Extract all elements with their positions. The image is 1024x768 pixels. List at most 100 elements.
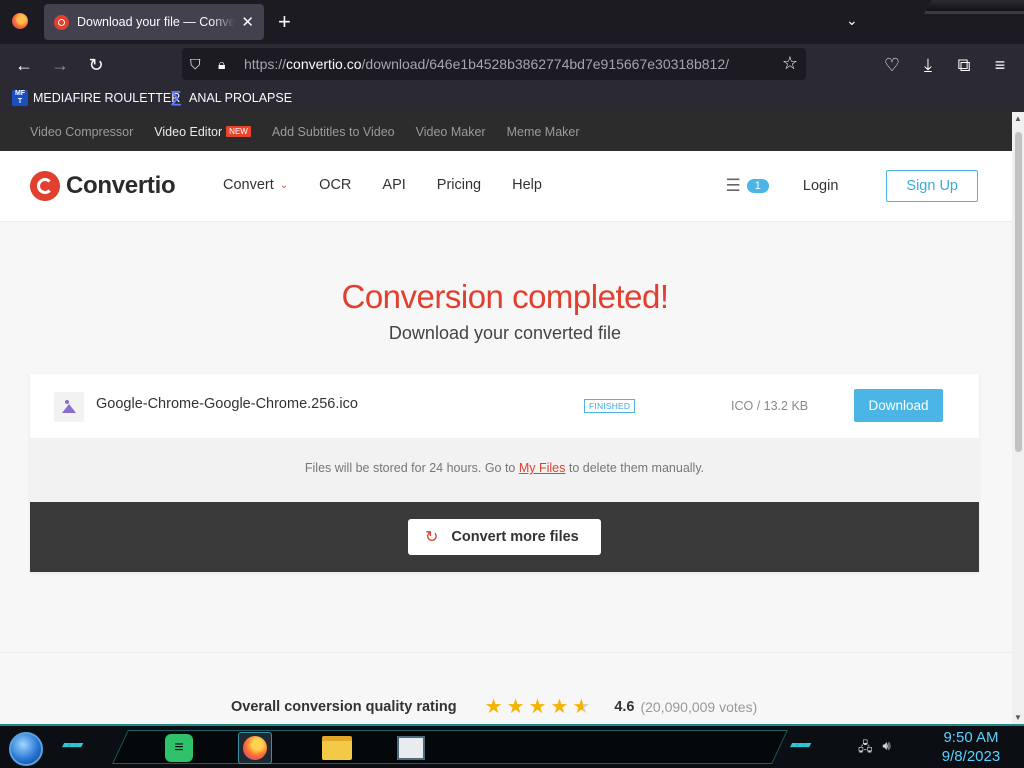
taskbar-band <box>112 730 788 764</box>
nav-api[interactable]: API <box>382 177 405 193</box>
window-frame-decoration <box>924 0 1024 14</box>
scrollbar-thumb[interactable] <box>1015 132 1022 452</box>
tab-active[interactable]: Download your file — Convertio ✕ <box>44 4 264 40</box>
site-logo[interactable]: Convertio <box>30 171 176 201</box>
address-bar[interactable]: ⛉ 🔒︎ https://convertio.co/download/646e1… <box>182 48 806 80</box>
taskbar-app-notes[interactable]: ≡ <box>162 732 196 764</box>
volume-icon[interactable]: 🔊︎ <box>883 738 891 760</box>
file-name: Google-Chrome-Google-Chrome.256.ico <box>96 396 358 412</box>
bookmark-label: MEDIAFIRE ROULETTER <box>33 91 181 105</box>
taskbar: ▰▰▰ ≡ ▰▰▰ 🖧︎ 🔊︎ 9:50 AM 9/8/2023 <box>0 724 1024 768</box>
nav-pricing[interactable]: Pricing <box>437 177 481 193</box>
taskbar-app-firefox[interactable] <box>238 732 272 764</box>
extensions-icon[interactable]: ⧉ <box>952 53 976 77</box>
quality-rating: Overall conversion quality rating ★★★★★ … <box>231 694 757 719</box>
tab-title: Download your file — Convertio <box>77 15 236 29</box>
nav-label: Convert <box>223 177 274 193</box>
layers-icon[interactable]: ☰ <box>726 176 741 196</box>
downloads-icon[interactable]: ⤓ <box>916 53 940 77</box>
chevron-down-icon: ⌄ <box>279 179 289 191</box>
tools-item-video-compressor[interactable]: Video Compressor <box>30 125 133 139</box>
tools-item-video-editor[interactable]: Video Editor NEW <box>154 125 251 139</box>
nav-convert[interactable]: Convert ⌄ <box>223 177 288 193</box>
notes-icon: ≡ <box>165 734 193 762</box>
signup-button[interactable]: Sign Up <box>886 170 978 202</box>
notice-text: to delete them manually. <box>565 461 705 475</box>
convertio-logo-icon <box>30 171 60 201</box>
scroll-down-icon[interactable]: ▼ <box>1014 713 1022 722</box>
download-button[interactable]: Download <box>854 389 943 422</box>
star-icon: ★ <box>506 696 529 718</box>
window-icon <box>397 736 425 760</box>
half-star-icon: ★ <box>572 696 595 718</box>
star-icon: ★ <box>528 696 551 718</box>
file-count-badge[interactable]: 1 <box>746 179 769 193</box>
refresh-icon: ↻ <box>425 529 439 546</box>
decorative-chevrons-icon: ▰▰▰ <box>62 739 83 751</box>
close-icon[interactable]: ✕ <box>241 13 254 31</box>
decorative-chevrons-icon: ▰▰▰ <box>790 739 811 751</box>
storage-notice: Files will be stored for 24 hours. Go to… <box>30 438 979 502</box>
status-badge: FINISHED <box>584 399 636 413</box>
clock-date: 9/8/2023 <box>941 748 1001 765</box>
tools-item-meme-maker[interactable]: Meme Maker <box>507 125 580 139</box>
star-icon: ★ <box>550 696 573 718</box>
lock-icon[interactable]: 🔒︎ <box>218 56 225 73</box>
bookmark-star-icon[interactable]: ☆ <box>782 53 798 74</box>
my-files-link[interactable]: My Files <box>519 461 566 475</box>
shield-icon[interactable]: ⛉ <box>190 56 201 73</box>
section-divider <box>0 652 1012 653</box>
logo-text: Convertio <box>66 172 176 199</box>
taskbar-app-window[interactable] <box>394 732 428 764</box>
folder-icon <box>322 736 352 760</box>
tools-item-video-maker[interactable]: Video Maker <box>416 125 486 139</box>
page-scrollbar[interactable]: ▲ ▼ <box>1012 112 1024 724</box>
main-nav: Convert ⌄ OCR API Pricing Help <box>223 177 573 193</box>
firefox-icon[interactable] <box>12 13 28 29</box>
rating-score: 4.6 <box>614 698 635 715</box>
taskbar-clock[interactable]: 9:50 AM 9/8/2023 <box>936 728 1006 766</box>
sigma-icon: ∑ <box>170 89 182 106</box>
browser-tab-bar: Download your file — Convertio ✕ + ⌄ <box>0 0 1024 44</box>
tools-item-add-subtitles[interactable]: Add Subtitles to Video <box>272 125 395 139</box>
firefox-icon <box>243 736 267 760</box>
header-actions: ☰ 1 Login Sign Up <box>726 170 978 202</box>
pocket-icon[interactable]: ♡ <box>880 53 904 77</box>
nav-ocr[interactable]: OCR <box>319 177 351 193</box>
url-text[interactable]: https://convertio.co/download/646e1b4528… <box>244 56 729 72</box>
new-badge: NEW <box>226 125 251 137</box>
bookmark-mediafire[interactable]: MF T MEDIAFIRE ROULETTER <box>12 90 180 106</box>
page-title: Conversion completed! <box>341 278 669 315</box>
back-icon[interactable]: ← <box>12 53 36 77</box>
system-tray: 🖧︎ 🔊︎ <box>858 738 901 760</box>
clock-time: 9:50 AM <box>943 729 999 746</box>
page-viewport: Video Compressor Video Editor NEW Add Sub… <box>0 112 1024 724</box>
image-file-icon <box>54 392 84 422</box>
menu-icon[interactable]: ≡ <box>988 53 1012 77</box>
chevron-down-icon[interactable]: ⌄ <box>846 12 858 29</box>
login-link[interactable]: Login <box>803 178 838 194</box>
download-card: Google-Chrome-Google-Chrome.256.ico FINI… <box>30 374 979 572</box>
new-tab-button[interactable]: + <box>278 8 291 36</box>
start-button[interactable] <box>9 732 43 766</box>
star-icon: ★ <box>484 696 507 718</box>
forward-icon[interactable]: → <box>48 53 72 77</box>
rating-stars: ★★★★★ <box>485 694 595 719</box>
taskbar-app-file-explorer[interactable] <box>320 732 354 764</box>
convertio-favicon-icon <box>54 14 69 30</box>
page-subtitle: Download your converted file <box>388 323 622 343</box>
tools-strip: Video Compressor Video Editor NEW Add Sub… <box>0 112 1012 151</box>
convert-more-row: ↻ Convert more files <box>30 502 979 572</box>
network-icon[interactable]: 🖧︎ <box>858 738 873 760</box>
bookmark-second[interactable]: ∑ ANAL PROLAPSE <box>168 90 292 106</box>
convert-more-button[interactable]: ↻ Convert more files <box>408 519 601 555</box>
bookmarks-toolbar: MF T MEDIAFIRE ROULETTER ∑ ANAL PROLAPSE <box>0 86 1024 112</box>
scroll-up-icon[interactable]: ▲ <box>1014 114 1022 123</box>
browser-nav-bar: ← → ↻ ⛉ 🔒︎ https://convertio.co/download… <box>0 44 1024 86</box>
convert-more-label: Convert more files <box>451 529 579 545</box>
file-row: Google-Chrome-Google-Chrome.256.ico FINI… <box>30 374 979 438</box>
notice-text: Files will be stored for 24 hours. Go to <box>304 461 519 475</box>
nav-help[interactable]: Help <box>512 177 542 193</box>
reload-icon[interactable]: ↻ <box>84 53 108 77</box>
tools-item-label: Video Editor <box>154 124 223 139</box>
